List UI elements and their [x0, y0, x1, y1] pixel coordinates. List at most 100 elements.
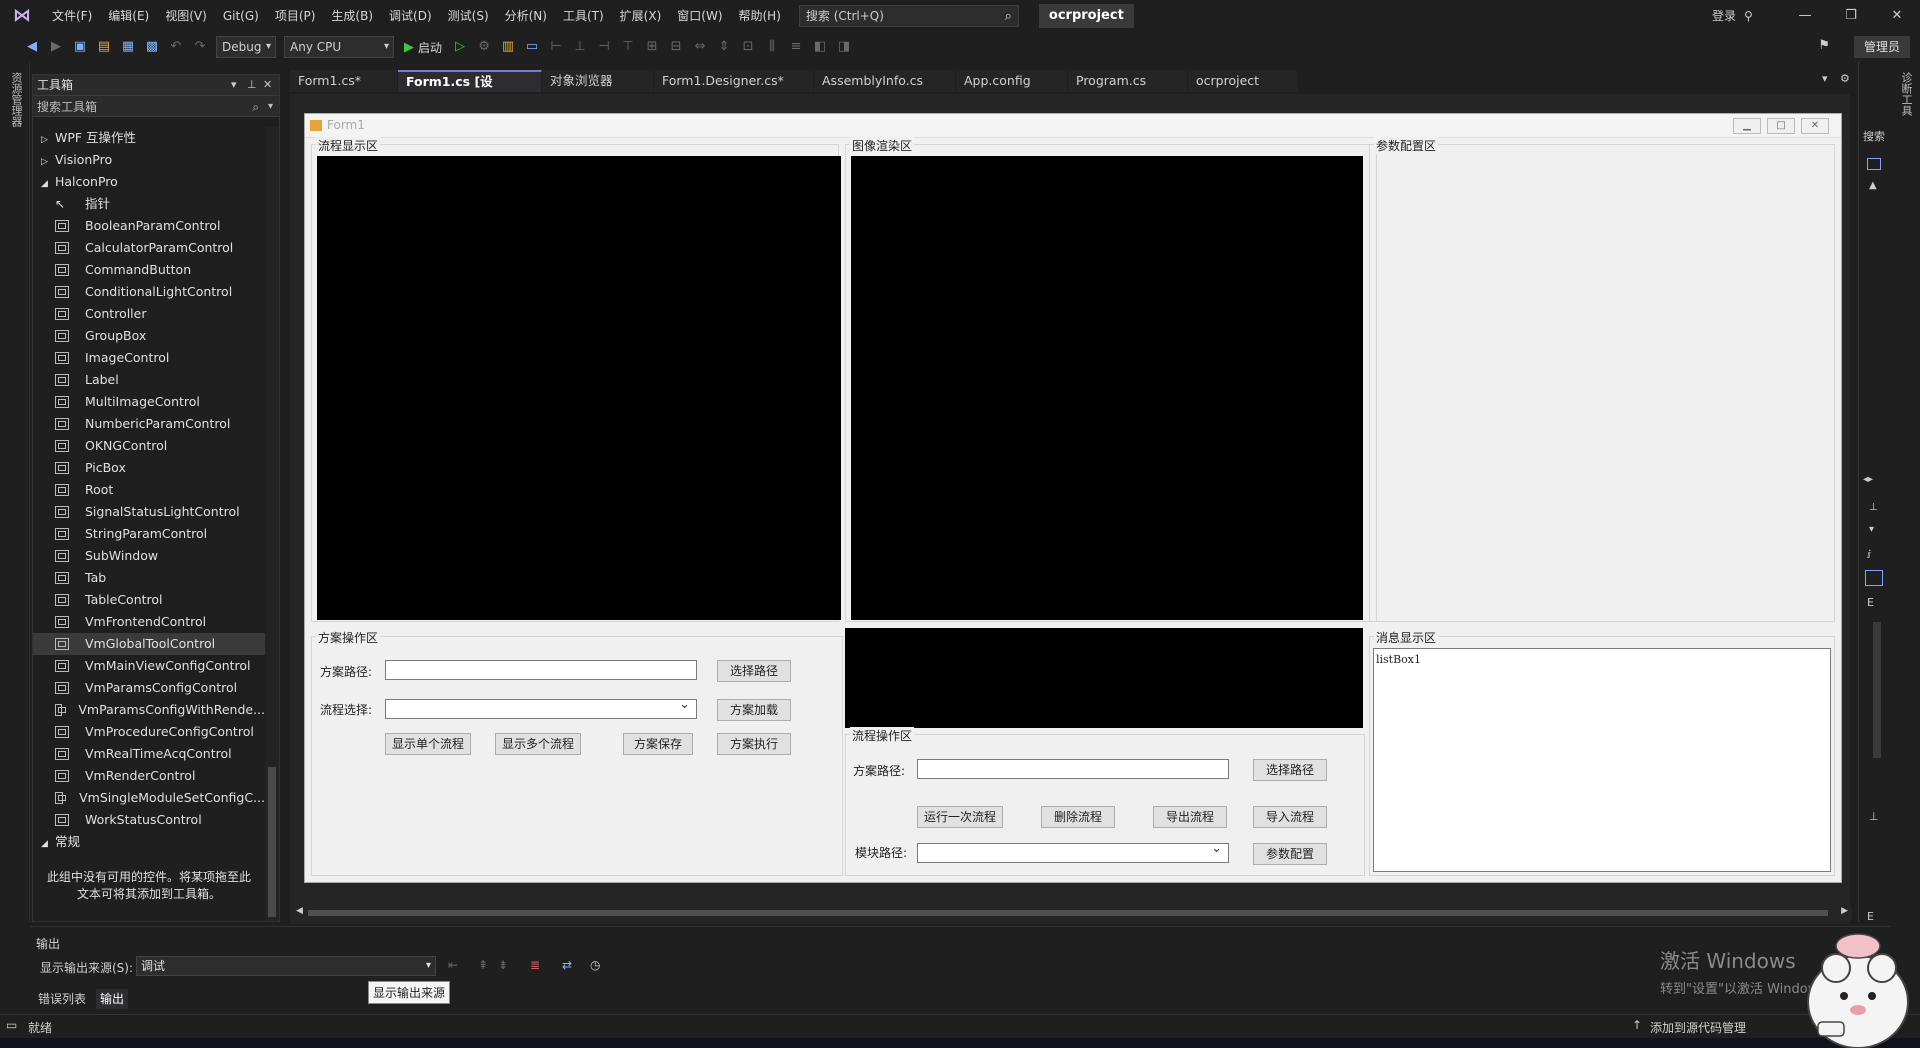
menu-item[interactable]: 生成(B)	[323, 0, 381, 32]
tab-1[interactable]: Form1.cs [设计]*⊣✕	[398, 70, 542, 109]
right-scroll-thumb[interactable]	[1873, 622, 1881, 758]
close-icon[interactable]: ✕	[1874, 0, 1920, 32]
solution-explorer-icon[interactable]: ▥	[499, 38, 517, 56]
tab-5[interactable]: App.config	[956, 70, 1068, 92]
tab-error-list[interactable]: 错误列表	[34, 989, 90, 1009]
graph-icon[interactable]: ⅈ	[1867, 548, 1871, 561]
tab-2[interactable]: 对象浏览器	[542, 70, 654, 92]
toolbox-item[interactable]: VmSingleModuleSetConfigC...	[33, 787, 265, 809]
event-icon[interactable]: Ε	[1867, 596, 1874, 609]
add-to-source-control[interactable]: 添加到源代码管理	[1650, 1019, 1746, 1036]
properties-icon[interactable]	[1867, 158, 1881, 170]
triangle-up-icon[interactable]: ▲	[1869, 180, 1877, 191]
hscroll-thumb[interactable]	[308, 910, 1828, 916]
feedback-icon[interactable]: ⚑	[1818, 38, 1830, 53]
toolbox-item[interactable]: GroupBox	[33, 325, 265, 347]
flow-path-input[interactable]	[917, 759, 1229, 779]
scheme-execute-button[interactable]: 方案执行	[717, 733, 791, 755]
back-icon[interactable]: ◀	[23, 38, 41, 56]
tab-0[interactable]: Form1.cs*	[290, 70, 398, 92]
tab-7[interactable]: ocrproject	[1188, 70, 1298, 92]
toolbox-item[interactable]: VmGlobalToolControl	[33, 633, 265, 655]
admin-badge[interactable]: 管理员	[1853, 36, 1910, 58]
account-icon[interactable]: ⚲	[1744, 0, 1753, 32]
toolbox-group[interactable]: ◢ 常规	[33, 831, 265, 853]
menu-item[interactable]: Git(G)	[215, 0, 267, 32]
align-top-icon[interactable]: ⊤	[619, 38, 637, 56]
toolbox-item[interactable]: SubWindow	[33, 545, 265, 567]
config-dropdown[interactable]: Debug	[216, 36, 276, 58]
start-without-debug-icon[interactable]: ▷	[451, 38, 469, 56]
hot-reload-icon[interactable]: ⚙	[475, 38, 493, 56]
undo-icon[interactable]: ↶	[167, 38, 185, 56]
toolbox-item[interactable]: WorkStatusControl	[33, 809, 265, 831]
scheme-load-button[interactable]: 方案加载	[717, 699, 791, 721]
form-maximize-icon[interactable]: □	[1767, 118, 1795, 134]
word-wrap-icon[interactable]: ⇄	[562, 958, 572, 972]
toolbox-group[interactable]: ▷ WPF 互操作性	[33, 127, 265, 149]
scrollbar-thumb[interactable]	[268, 767, 276, 917]
message-listbox[interactable]: listBox1	[1373, 648, 1831, 872]
settings-gear-icon[interactable]: ⚙	[1840, 72, 1850, 85]
run-once-button[interactable]: 运行一次流程	[917, 806, 1003, 828]
toolbox-item[interactable]: MultiImageControl	[33, 391, 265, 413]
toolbox-item[interactable]: NumbericParamControl	[33, 413, 265, 435]
pin-icon[interactable]: ⊥	[247, 75, 257, 95]
toolbox-item[interactable]: PicBox	[33, 457, 265, 479]
toolbox-item[interactable]: CalculatorParamControl	[33, 237, 265, 259]
toolbox-item[interactable]: VmRealTimeAcqControl	[33, 743, 265, 765]
start-button[interactable]: ▶ 启动	[404, 39, 442, 56]
next-message-icon[interactable]: ⇟	[498, 958, 508, 972]
redo-icon[interactable]: ↷	[191, 38, 209, 56]
toolbox-item[interactable]: VmMainViewConfigControl	[33, 655, 265, 677]
hspace-icon[interactable]: ⫼	[763, 38, 781, 56]
flow-select-combo[interactable]	[385, 697, 697, 719]
align-middle-icon[interactable]: ⊞	[643, 38, 661, 56]
new-project-icon[interactable]: ▣	[71, 38, 89, 56]
menu-item[interactable]: 文件(F)	[44, 0, 100, 32]
menu-item[interactable]: 扩展(X)	[612, 0, 670, 32]
form1-window[interactable]: Form1 ▁ □ ✕ 流程显示区 图像渲染区 参数配置区 方案操作区 方案路径…	[304, 113, 1842, 883]
toolbox-item[interactable]: BooleanParamControl	[33, 215, 265, 237]
toolbox-item[interactable]: VmFrontendControl	[33, 611, 265, 633]
pin-small-icon[interactable]: ⊥	[1869, 810, 1879, 823]
clear-all-icon[interactable]: ≣	[530, 958, 540, 972]
tab-6[interactable]: Program.cs	[1068, 70, 1188, 92]
send-back-icon[interactable]: ◨	[835, 38, 853, 56]
save-icon[interactable]: ▦	[119, 38, 137, 56]
forward-icon[interactable]: ▶	[47, 38, 65, 56]
menu-item[interactable]: 帮助(H)	[731, 0, 789, 32]
tab-4[interactable]: AssemblyInfo.cs	[814, 70, 956, 92]
same-width-icon[interactable]: ⇔	[691, 38, 709, 56]
nav-arrows-icon[interactable]: ◂▸	[1863, 474, 1873, 485]
align-center-icon[interactable]: ⊥	[571, 38, 589, 56]
menu-item[interactable]: 工具(T)	[555, 0, 612, 32]
flow-select-path-button[interactable]: 选择路径	[1253, 759, 1327, 781]
tab-list-icon[interactable]: ▾	[1822, 72, 1828, 85]
scroll-right-icon[interactable]: ▶	[1841, 906, 1848, 916]
toolbox-item[interactable]: Controller	[33, 303, 265, 325]
size-grid-icon[interactable]: ⊡	[739, 38, 757, 56]
toolbox-item[interactable]: OKNGControl	[33, 435, 265, 457]
menu-item[interactable]: 窗口(W)	[669, 0, 730, 32]
grid-view-icon[interactable]	[1865, 570, 1883, 586]
image-render-canvas[interactable]	[851, 156, 1363, 620]
scheme-save-button[interactable]: 方案保存	[623, 733, 693, 755]
platform-dropdown[interactable]: Any CPU	[284, 36, 394, 58]
toolbox-item[interactable]: TableControl	[33, 589, 265, 611]
tab-3[interactable]: Form1.Designer.cs*	[654, 70, 814, 92]
dropdown-icon[interactable]: ▾	[231, 75, 237, 95]
login-link[interactable]: 登录	[1712, 0, 1736, 32]
flow-preview-canvas[interactable]	[845, 628, 1363, 728]
chevron-down-icon[interactable]: ▾	[268, 96, 273, 118]
toolbox-scrollbar[interactable]	[265, 127, 279, 921]
toolbox-item[interactable]: VmParamsConfigWithRende...	[33, 699, 265, 721]
diagnostic-tools-tab[interactable]: 诊断工具	[1898, 72, 1914, 116]
designer-hscrollbar[interactable]: ◀ ▶	[292, 906, 1852, 920]
align-left-icon[interactable]: ⊢	[547, 38, 565, 56]
toolbox-item[interactable]: VmParamsConfigControl	[33, 677, 265, 699]
scroll-left-icon[interactable]: ◀	[296, 906, 303, 916]
event-bottom-icon[interactable]: Ε	[1867, 910, 1874, 923]
import-flow-button[interactable]: 导入流程	[1253, 806, 1327, 828]
layout-icon[interactable]: ▭	[523, 38, 541, 56]
